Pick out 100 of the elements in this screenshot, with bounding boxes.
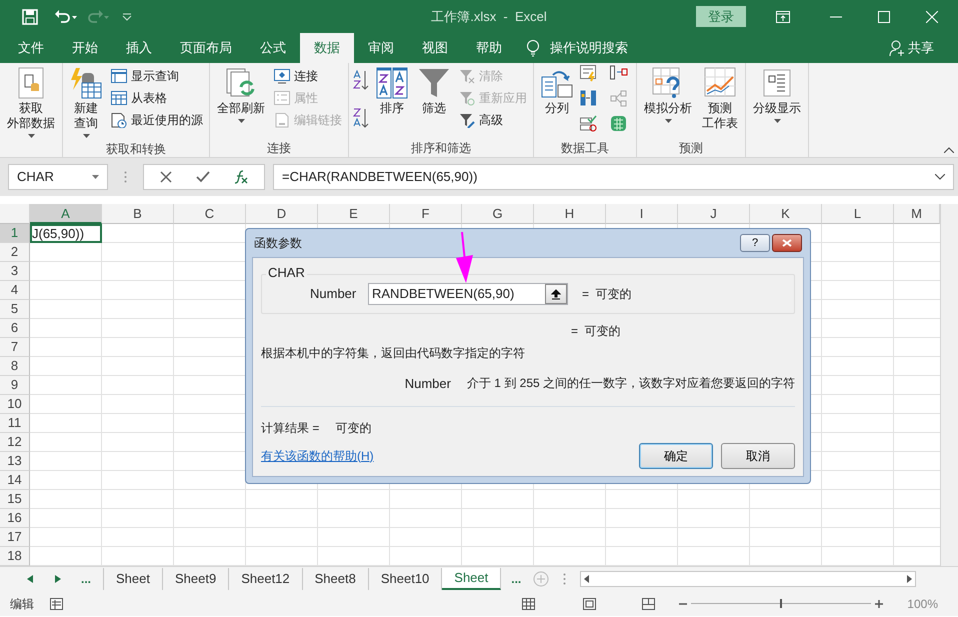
sheet-tab[interactable]: Sheet12 bbox=[229, 568, 303, 590]
column-header[interactable]: F bbox=[390, 204, 462, 224]
cancel-icon[interactable] bbox=[160, 171, 172, 183]
ribbon-tab[interactable]: 帮助 bbox=[462, 33, 516, 63]
row-header[interactable]: 7 bbox=[0, 338, 30, 357]
large-ribbon-button[interactable]: 分级显示 bbox=[750, 65, 804, 125]
share-button[interactable]: 共享 bbox=[908, 38, 934, 58]
column-header[interactable]: B bbox=[102, 204, 174, 224]
page-break-icon[interactable] bbox=[642, 598, 656, 610]
row-header[interactable]: 14 bbox=[0, 471, 30, 490]
save-icon[interactable] bbox=[22, 8, 38, 24]
undo-icon[interactable] bbox=[54, 8, 78, 24]
data-model-icon[interactable] bbox=[610, 115, 628, 132]
ribbon-tab[interactable]: 页面布局 bbox=[166, 33, 246, 63]
horizontal-scrollbar[interactable] bbox=[580, 571, 916, 587]
normal-view-icon[interactable] bbox=[522, 598, 536, 610]
ribbon-tab[interactable]: 视图 bbox=[408, 33, 462, 63]
large-ribbon-button[interactable]: 筛选 bbox=[415, 65, 453, 118]
row-header[interactable]: 6 bbox=[0, 319, 30, 338]
small-ribbon-button[interactable]: 显示查询 bbox=[109, 65, 205, 87]
large-ribbon-button[interactable]: 全部刷新 bbox=[214, 65, 268, 125]
row-header[interactable]: 10 bbox=[0, 395, 30, 414]
ribbon-tab[interactable]: 文件 bbox=[0, 33, 58, 63]
caret-icon[interactable] bbox=[664, 119, 672, 123]
row-header[interactable]: 12 bbox=[0, 433, 30, 452]
ribbon-tab[interactable]: 插入 bbox=[112, 33, 166, 63]
row-header[interactable]: 11 bbox=[0, 414, 30, 433]
column-header[interactable]: D bbox=[246, 204, 318, 224]
previous-sheet-icon[interactable] bbox=[27, 575, 33, 583]
zoom-in-icon[interactable] bbox=[875, 600, 884, 608]
caret-icon[interactable] bbox=[82, 134, 90, 138]
row-header[interactable]: 13 bbox=[0, 452, 30, 471]
column-header[interactable]: I bbox=[606, 204, 678, 224]
more-sheets-button[interactable]: ... bbox=[81, 570, 92, 588]
row-header[interactable]: 17 bbox=[0, 528, 30, 547]
column-header[interactable]: G bbox=[462, 204, 534, 224]
column-header[interactable]: K bbox=[750, 204, 822, 224]
flash-fill-icon[interactable] bbox=[580, 65, 598, 82]
sheet-tab[interactable]: Sheet8 bbox=[302, 568, 369, 590]
small-ribbon-button[interactable]: 最近使用的源 bbox=[109, 109, 205, 131]
close-button[interactable] bbox=[772, 234, 802, 252]
scroll-left-icon[interactable] bbox=[584, 575, 590, 583]
more-sheets-button[interactable]: ... bbox=[511, 570, 522, 588]
scroll-right-icon[interactable] bbox=[907, 575, 912, 583]
zoom-slider-thumb[interactable] bbox=[780, 599, 782, 608]
row-header[interactable]: 16 bbox=[0, 509, 30, 528]
caret-icon[interactable] bbox=[92, 175, 99, 179]
sign-in-button[interactable]: 登录 bbox=[696, 6, 746, 28]
help-link[interactable]: 有关该函数的帮助(H) bbox=[261, 446, 374, 464]
large-ribbon-button[interactable]: 模拟分析 bbox=[641, 65, 695, 125]
large-ribbon-button[interactable]: 新建 查询 bbox=[67, 65, 105, 140]
large-ribbon-button[interactable]: 预测 工作表 bbox=[699, 65, 741, 133]
column-header[interactable]: H bbox=[534, 204, 606, 224]
row-header[interactable]: 5 bbox=[0, 300, 30, 319]
page-layout-icon[interactable] bbox=[583, 598, 596, 610]
enter-check-icon[interactable] bbox=[196, 171, 210, 183]
expand-caret-icon[interactable] bbox=[935, 174, 945, 180]
sheet-tab[interactable]: Sheet bbox=[442, 568, 502, 590]
sheet-tab[interactable]: Sheet bbox=[104, 568, 163, 590]
close-icon[interactable] bbox=[926, 10, 938, 22]
row-header[interactable]: 2 bbox=[0, 243, 30, 262]
dialog-button[interactable]: 确定 bbox=[639, 442, 713, 468]
ribbon-tab[interactable]: 开始 bbox=[58, 33, 112, 63]
collapse-dialog-button[interactable] bbox=[545, 284, 567, 304]
row-header[interactable]: 3 bbox=[0, 262, 30, 281]
row-header[interactable]: 8 bbox=[0, 357, 30, 376]
sheet-tab[interactable]: Sheet9 bbox=[163, 568, 230, 590]
collapse-ribbon-icon[interactable] bbox=[944, 147, 954, 153]
dialog-button[interactable]: 取消 bbox=[721, 442, 795, 468]
column-header[interactable]: L bbox=[822, 204, 894, 224]
tell-me-search[interactable]: 操作说明搜索 bbox=[550, 38, 628, 58]
row-header[interactable]: 9 bbox=[0, 376, 30, 395]
formula-input[interactable]: =CHAR(RANDBETWEEN(65,90)) bbox=[273, 164, 954, 190]
caret-icon[interactable] bbox=[28, 134, 34, 138]
small-ribbon-button[interactable]: 连接 bbox=[272, 65, 344, 87]
ribbon-tab[interactable]: 审阅 bbox=[354, 33, 408, 63]
row-header[interactable]: 18 bbox=[0, 547, 30, 566]
vertical-scrollbar[interactable] bbox=[940, 204, 958, 566]
person-icon[interactable] bbox=[889, 40, 905, 56]
sort-ascending-icon[interactable] bbox=[353, 69, 369, 91]
remove-duplicates-icon[interactable] bbox=[580, 90, 598, 107]
insert-function-icon[interactable] bbox=[234, 170, 248, 184]
row-header[interactable]: 1 bbox=[0, 224, 30, 243]
help-button[interactable]: ? bbox=[740, 234, 770, 252]
ribbon-tab[interactable]: 公式 bbox=[246, 33, 300, 63]
column-header[interactable]: J bbox=[678, 204, 750, 224]
row-header[interactable]: 15 bbox=[0, 490, 30, 509]
name-box[interactable]: CHAR bbox=[8, 164, 108, 190]
small-ribbon-button[interactable]: 高级 bbox=[457, 109, 529, 131]
column-header[interactable]: M bbox=[894, 204, 940, 224]
ribbon-tab[interactable]: 数据 bbox=[300, 33, 354, 63]
sort-descending-icon[interactable] bbox=[353, 107, 369, 129]
macro-record-icon[interactable] bbox=[50, 598, 63, 610]
column-header[interactable]: A bbox=[30, 204, 102, 224]
column-header[interactable]: C bbox=[174, 204, 246, 224]
cell[interactable]: J(65,90)) bbox=[30, 224, 102, 243]
caret-icon[interactable] bbox=[774, 119, 780, 123]
row-header[interactable]: 4 bbox=[0, 281, 30, 300]
maximize-icon[interactable] bbox=[878, 10, 890, 22]
column-split-icon[interactable] bbox=[610, 65, 628, 82]
